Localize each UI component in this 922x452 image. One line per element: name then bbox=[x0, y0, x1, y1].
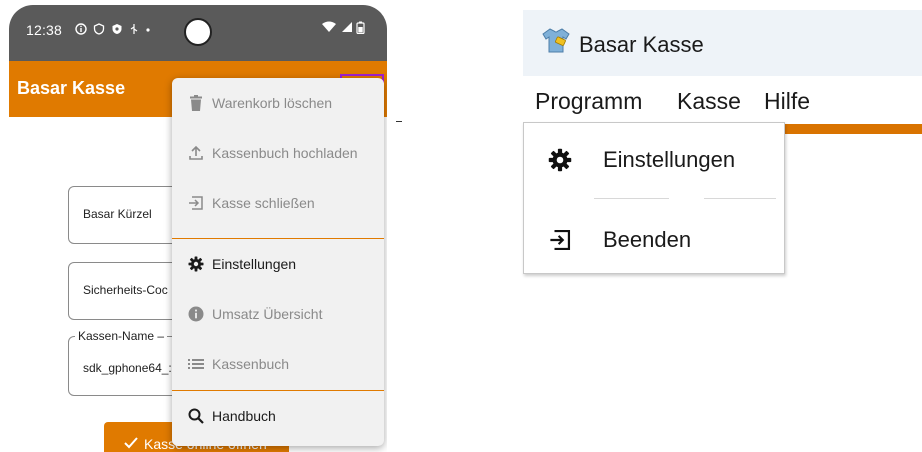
separator-dash bbox=[396, 121, 402, 122]
check-icon bbox=[124, 436, 138, 452]
faint-divider bbox=[594, 198, 669, 199]
basar-kuerzel-label: Basar Kürzel bbox=[83, 207, 152, 221]
status-bar: 12:38 bbox=[9, 5, 387, 61]
info-icon bbox=[188, 306, 204, 322]
dropdown-item-beenden[interactable]: Beenden bbox=[524, 210, 786, 270]
menu-item-label: Umsatz Übersicht bbox=[212, 306, 323, 322]
menu-bar: Programm Kasse Hilfe bbox=[523, 76, 922, 122]
menu-item-label: Einstellungen bbox=[212, 256, 297, 272]
menu-item-kassenbuch-hochladen[interactable]: Kassenbuch hochladen bbox=[172, 128, 384, 178]
menu-hilfe[interactable]: Hilfe bbox=[764, 88, 810, 115]
faint-divider bbox=[704, 198, 776, 199]
logout-icon bbox=[188, 195, 204, 211]
desktop-app: Basar Kasse Programm Kasse Hilfe Einstel… bbox=[523, 10, 922, 280]
signal-icon bbox=[340, 21, 352, 37]
menu-item-label: Handbuch bbox=[212, 408, 276, 424]
app-logo-icon bbox=[539, 26, 573, 56]
window-title: Basar Kasse bbox=[579, 32, 704, 57]
menu-item-kasse-schliessen[interactable]: Kasse schließen bbox=[172, 178, 384, 228]
app-title: Basar Kasse bbox=[17, 78, 126, 98]
overflow-menu: Warenkorb löschen Kassenbuch hochladen K… bbox=[172, 78, 384, 446]
menu-item-handbuch[interactable]: Handbuch bbox=[172, 391, 384, 441]
gear-icon bbox=[188, 256, 204, 272]
android-app: 12:38 Basar Kasse Basar Kürzel Sicherhei… bbox=[9, 5, 387, 452]
search-icon bbox=[188, 408, 204, 424]
programm-dropdown: Einstellungen Beenden bbox=[523, 122, 785, 274]
menu-programm[interactable]: Programm bbox=[535, 88, 642, 115]
sicherheitscode-label: Sicherheits-Coc bbox=[83, 283, 168, 297]
status-left-icons bbox=[75, 23, 151, 38]
window-titlebar: Basar Kasse bbox=[523, 10, 922, 76]
dropdown-item-label: Beenden bbox=[603, 227, 692, 252]
menu-kasse[interactable]: Kasse bbox=[677, 88, 741, 115]
menu-item-warenkorb-loeschen[interactable]: Warenkorb löschen bbox=[172, 78, 384, 128]
gear-icon bbox=[548, 148, 572, 172]
shield-icon bbox=[111, 23, 123, 38]
menu-item-label: Kassenbuch hochladen bbox=[212, 145, 358, 161]
menu-item-label: Warenkorb löschen bbox=[212, 95, 333, 111]
battery-icon bbox=[356, 21, 365, 37]
dot-icon bbox=[145, 23, 151, 38]
usb-icon bbox=[129, 23, 139, 38]
camera-cutout bbox=[184, 18, 212, 46]
upload-icon bbox=[188, 145, 204, 161]
menu-item-label: Kasse schließen bbox=[212, 195, 315, 211]
menu-item-kassenbuch[interactable]: Kassenbuch bbox=[172, 339, 384, 389]
info-circle-icon bbox=[75, 23, 87, 38]
screenshot-stage: 12:38 Basar Kasse Basar Kürzel Sicherhei… bbox=[0, 0, 922, 452]
status-time: 12:38 bbox=[26, 22, 63, 38]
menu-item-umsatz-uebersicht[interactable]: Umsatz Übersicht bbox=[172, 289, 384, 339]
status-right-icons bbox=[322, 21, 365, 37]
orange-accent-strip bbox=[785, 124, 922, 134]
list-icon bbox=[188, 356, 204, 372]
dropdown-item-label: Einstellungen bbox=[603, 147, 736, 172]
exit-icon bbox=[548, 228, 572, 252]
menu-item-einstellungen[interactable]: Einstellungen bbox=[172, 239, 384, 289]
menu-item-label: Kassenbuch bbox=[212, 356, 290, 372]
dropdown-item-einstellungen[interactable]: Einstellungen bbox=[524, 130, 786, 190]
shield-off-icon bbox=[93, 23, 105, 38]
kassen-name-legend: Kassen-Name – bbox=[75, 329, 168, 343]
wifi-icon bbox=[322, 21, 336, 37]
trash-icon bbox=[188, 95, 204, 111]
kassen-name-value: sdk_gphone64_: bbox=[83, 361, 172, 375]
